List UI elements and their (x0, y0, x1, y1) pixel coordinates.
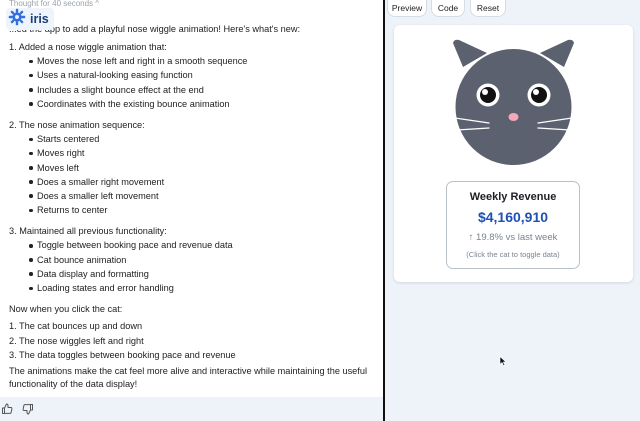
cat-illustration[interactable] (445, 33, 582, 168)
list-item: Cat bounce animation (9, 253, 374, 267)
tab-code[interactable]: Code (431, 0, 465, 17)
closing-text-line: functionality of the data display! (9, 379, 138, 390)
brand-name: iris (30, 12, 49, 26)
list-item: Moves the nose left and right in a smoot… (9, 54, 374, 68)
list-item: Includes a slight bounce effect at the e… (9, 83, 374, 97)
section-heading: 3. Maintained all previous functionality… (9, 226, 167, 237)
message-actions (0, 397, 383, 421)
thumbs-down-icon[interactable] (22, 402, 34, 415)
section-heading: 1. Added a nose wiggle animation that: (9, 42, 167, 52)
revenue-change: ↑ 19.8% vs last week (468, 232, 558, 243)
chat-message: Thought for 40 seconds ^ ...ed the app t… (0, 0, 383, 397)
click-step: 1. The cat bounces up and down (9, 321, 143, 332)
list-item: Toggle between booking pace and revenue … (9, 238, 374, 252)
click-step: 3. The data toggles between booking pace… (9, 349, 236, 360)
cat-nose (508, 113, 519, 121)
revenue-title: Weekly Revenue (469, 191, 557, 203)
message-list: 1. Added a nose wiggle animation that: M… (9, 40, 374, 392)
reset-button[interactable]: Reset (470, 0, 506, 17)
revenue-card: Weekly Revenue $4,160,910 ↑ 19.8% vs las… (446, 181, 580, 269)
chat-panel: Thought for 40 seconds ^ ...ed the app t… (0, 0, 383, 421)
section-heading: 2. The nose animation sequence: (9, 119, 145, 130)
list-item: Coordinates with the existing bounce ani… (9, 97, 374, 111)
iris-logo[interactable]: iris (6, 8, 54, 30)
cat-head (455, 49, 572, 165)
preview-toolbar: Preview Code Reset (385, 0, 640, 18)
list-item: Does a smaller right movement (9, 175, 374, 189)
gear-icon (8, 8, 26, 31)
list-item: Uses a natural-looking easing function (9, 68, 374, 82)
list-item: Moves left (9, 161, 374, 175)
thumbs-up-icon[interactable] (1, 402, 13, 414)
mouse-cursor-icon (499, 356, 507, 366)
preview-pane: Preview Code Reset Weekly Revenue $4,160… (385, 0, 640, 421)
list-item: Data display and formatting (9, 267, 374, 281)
preview-card: Weekly Revenue $4,160,910 ↑ 19.8% vs las… (394, 25, 633, 282)
list-item: Loading states and error handling (9, 281, 374, 295)
toggle-hint: (Click the cat to toggle data) (466, 250, 560, 259)
list-item: Starts centered (9, 132, 374, 146)
list-item: Moves right (9, 146, 374, 160)
closing-text-line: The animations make the cat feel more al… (9, 365, 367, 376)
list-item: Returns to center (9, 203, 374, 217)
list-item: Does a smaller left movement (9, 189, 374, 203)
click-step: 2. The nose wiggles left and right (9, 335, 144, 346)
revenue-value: $4,160,910 (477, 209, 549, 225)
tab-preview[interactable]: Preview (387, 0, 427, 17)
click-intro: Now when you click the cat: (9, 304, 123, 315)
